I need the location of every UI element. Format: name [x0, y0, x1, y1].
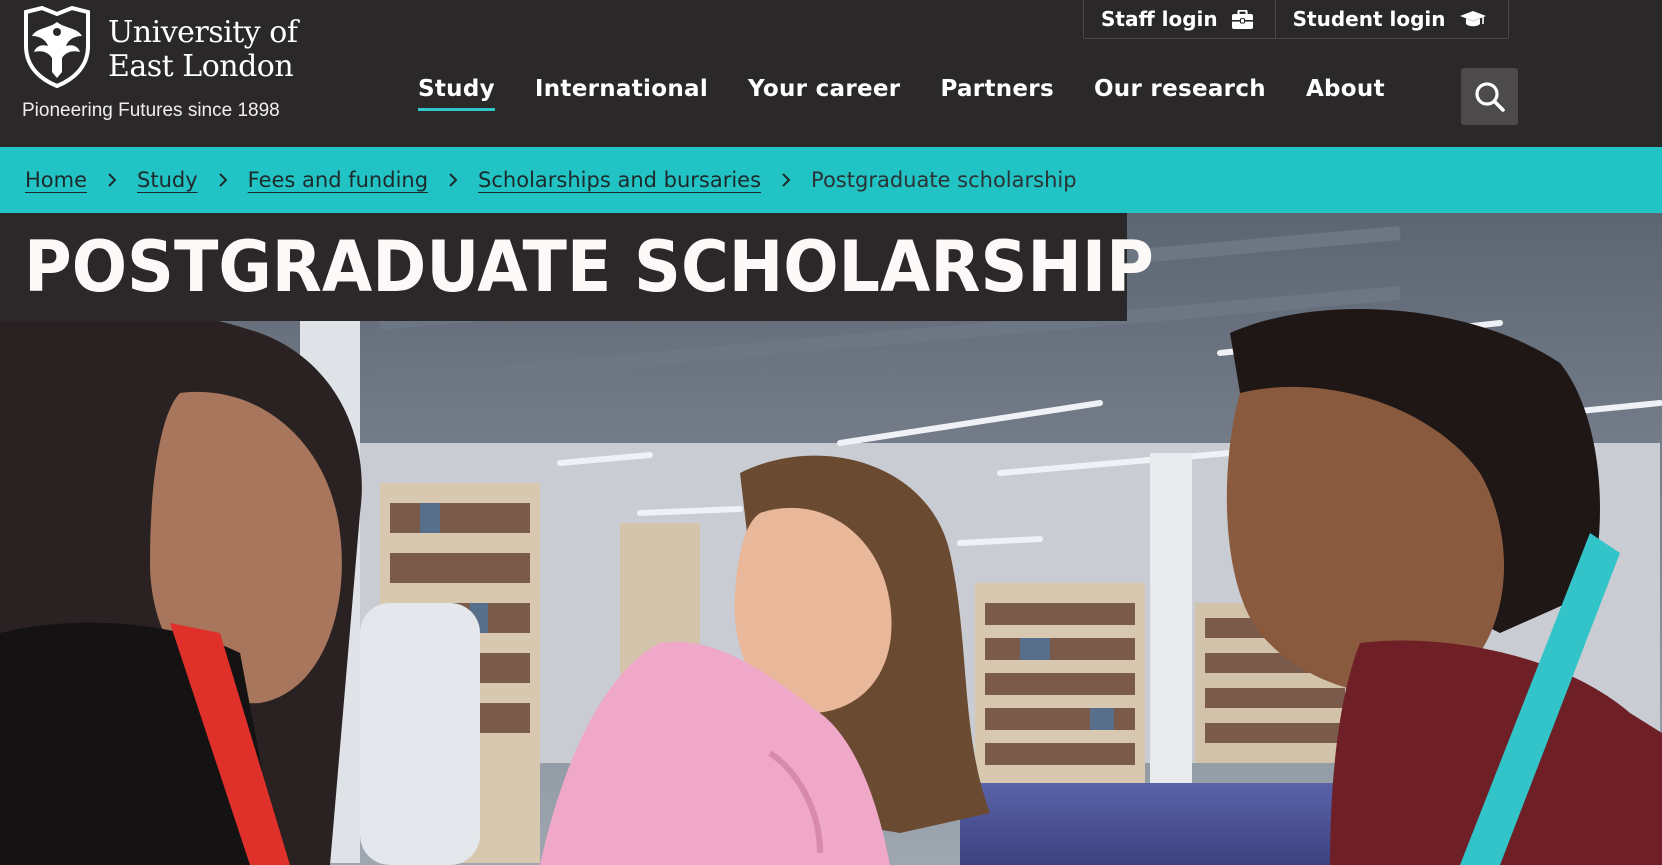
main-nav: Study International Your career Partners… [418, 76, 1425, 111]
staff-login-label: Staff login [1101, 7, 1218, 31]
student-login-label: Student login [1292, 7, 1446, 31]
page-title-box: POSTGRADUATE SCHOLARSHIP [0, 213, 1154, 321]
briefcase-icon [1231, 9, 1253, 29]
breadcrumb: Home Study Fees and funding Scholarships… [0, 147, 1662, 213]
breadcrumb-current: Postgraduate scholarship [811, 168, 1077, 192]
nav-item-our-research[interactable]: Our research [1094, 76, 1266, 111]
nav-item-about[interactable]: About [1306, 76, 1385, 111]
chevron-right-icon [218, 172, 228, 188]
graduation-cap-icon [1459, 11, 1486, 27]
breadcrumb-scholarships-and-bursaries[interactable]: Scholarships and bursaries [478, 168, 761, 192]
nav-item-your-career[interactable]: Your career [748, 76, 900, 111]
search-icon [1474, 81, 1505, 112]
university-logo[interactable]: University of East London Pioneering Fut… [22, 6, 312, 126]
page-title: POSTGRADUATE SCHOLARSHIP [24, 226, 1154, 308]
site-header: University of East London Pioneering Fut… [0, 0, 1662, 147]
crest-icon [24, 6, 90, 88]
nav-item-partners[interactable]: Partners [940, 76, 1054, 111]
breadcrumb-fees-and-funding[interactable]: Fees and funding [248, 168, 428, 192]
nav-item-international[interactable]: International [535, 76, 708, 111]
brand-name: University of East London [108, 15, 298, 84]
nav-item-study[interactable]: Study [418, 76, 495, 111]
chevron-right-icon [107, 172, 117, 188]
chevron-right-icon [781, 172, 791, 188]
breadcrumb-study[interactable]: Study [137, 168, 198, 192]
student-login-link[interactable]: Student login [1274, 0, 1508, 38]
search-button[interactable] [1461, 68, 1518, 125]
breadcrumb-home[interactable]: Home [25, 168, 87, 192]
brand-tagline: Pioneering Futures since 1898 [22, 100, 280, 121]
utility-nav: Staff login Student login [1083, 0, 1509, 39]
staff-login-link[interactable]: Staff login [1084, 0, 1275, 38]
chevron-right-icon [448, 172, 458, 188]
